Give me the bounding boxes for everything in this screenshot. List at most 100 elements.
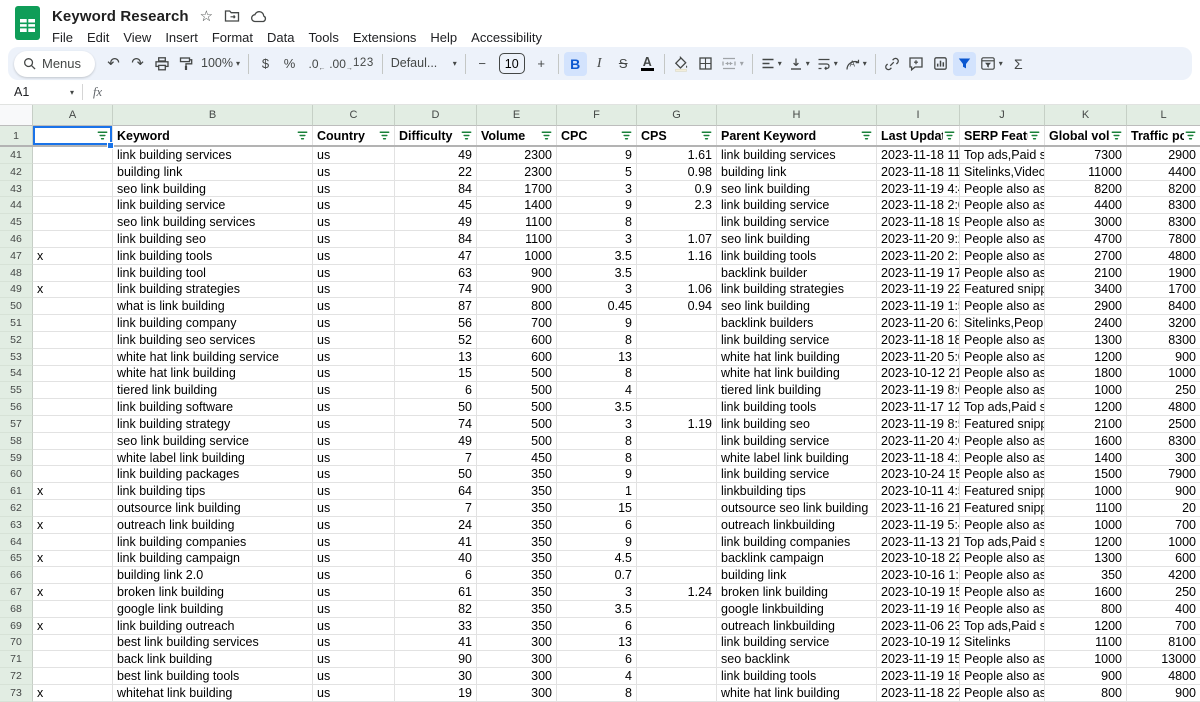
filter-icon[interactable] bbox=[1184, 129, 1197, 142]
cell-L58[interactable]: 8300 bbox=[1127, 433, 1200, 450]
cell-A42[interactable] bbox=[33, 164, 113, 181]
cell-B45[interactable]: seo link building services bbox=[113, 214, 313, 231]
cell-H71[interactable]: seo backlink bbox=[717, 651, 877, 668]
cell-A53[interactable] bbox=[33, 349, 113, 366]
header-cell-B1[interactable]: Keyword bbox=[113, 126, 313, 145]
cell-E62[interactable]: 350 bbox=[477, 500, 557, 517]
cell-D73[interactable]: 19 bbox=[395, 685, 477, 702]
cell-J42[interactable]: Sitelinks,Videos, bbox=[960, 164, 1045, 181]
cell-E65[interactable]: 350 bbox=[477, 551, 557, 568]
cell-B46[interactable]: link building seo bbox=[113, 231, 313, 248]
cell-H61[interactable]: linkbuilding tips bbox=[717, 483, 877, 500]
cell-E66[interactable]: 350 bbox=[477, 567, 557, 584]
cell-E55[interactable]: 500 bbox=[477, 382, 557, 399]
filter-icon[interactable] bbox=[96, 129, 109, 142]
cell-H65[interactable]: backlink campaign bbox=[717, 551, 877, 568]
cell-J63[interactable]: People also ask, bbox=[960, 517, 1045, 534]
header-cell-L1[interactable]: Traffic potential bbox=[1127, 126, 1200, 145]
cell-E56[interactable]: 500 bbox=[477, 399, 557, 416]
cell-E46[interactable]: 1100 bbox=[477, 231, 557, 248]
cell-J57[interactable]: Featured snippet bbox=[960, 416, 1045, 433]
cell-G72[interactable] bbox=[637, 668, 717, 685]
row-header-59[interactable]: 59 bbox=[0, 450, 33, 467]
menu-tools[interactable]: Tools bbox=[301, 28, 345, 48]
cell-B41[interactable]: link building services bbox=[113, 147, 313, 164]
cell-H64[interactable]: link building companies bbox=[717, 534, 877, 551]
insert-link-button[interactable] bbox=[881, 52, 904, 76]
row-header-63[interactable]: 63 bbox=[0, 517, 33, 534]
cell-F70[interactable]: 13 bbox=[557, 635, 637, 652]
cell-F49[interactable]: 3 bbox=[557, 282, 637, 299]
cell-K51[interactable]: 2400 bbox=[1045, 315, 1127, 332]
cell-A73[interactable]: x bbox=[33, 685, 113, 702]
cell-B54[interactable]: white hat link building bbox=[113, 366, 313, 383]
cell-J48[interactable]: People also ask, bbox=[960, 265, 1045, 282]
cell-G49[interactable]: 1.06 bbox=[637, 282, 717, 299]
menu-edit[interactable]: Edit bbox=[80, 28, 116, 48]
cell-F67[interactable]: 3 bbox=[557, 584, 637, 601]
cell-K41[interactable]: 7300 bbox=[1045, 147, 1127, 164]
cell-I65[interactable]: 2023-10-18 22:2 bbox=[877, 551, 960, 568]
cell-A55[interactable] bbox=[33, 382, 113, 399]
cell-K45[interactable]: 3000 bbox=[1045, 214, 1127, 231]
cell-H52[interactable]: link building service bbox=[717, 332, 877, 349]
cell-D59[interactable]: 7 bbox=[395, 450, 477, 467]
insert-comment-button[interactable] bbox=[905, 52, 928, 76]
cell-G65[interactable] bbox=[637, 551, 717, 568]
cell-L61[interactable]: 900 bbox=[1127, 483, 1200, 500]
cell-H53[interactable]: white hat link building bbox=[717, 349, 877, 366]
cell-D43[interactable]: 84 bbox=[395, 181, 477, 198]
cell-A52[interactable] bbox=[33, 332, 113, 349]
cell-I72[interactable]: 2023-11-19 18:2 bbox=[877, 668, 960, 685]
document-title[interactable]: Keyword Research bbox=[52, 8, 189, 25]
cell-A66[interactable] bbox=[33, 567, 113, 584]
cell-A61[interactable]: x bbox=[33, 483, 113, 500]
cell-B62[interactable]: outsource link building bbox=[113, 500, 313, 517]
menus-search-button[interactable]: Menus bbox=[14, 51, 95, 77]
cell-B59[interactable]: white label link building bbox=[113, 450, 313, 467]
cell-G67[interactable]: 1.24 bbox=[637, 584, 717, 601]
row-header-42[interactable]: 42 bbox=[0, 164, 33, 181]
row-header-67[interactable]: 67 bbox=[0, 584, 33, 601]
cell-L62[interactable]: 20 bbox=[1127, 500, 1200, 517]
filter-icon[interactable] bbox=[378, 129, 391, 142]
cell-C72[interactable]: us bbox=[313, 668, 395, 685]
cell-G44[interactable]: 2.3 bbox=[637, 197, 717, 214]
cell-E57[interactable]: 500 bbox=[477, 416, 557, 433]
cell-A56[interactable] bbox=[33, 399, 113, 416]
text-color-button[interactable]: A bbox=[636, 52, 659, 76]
cell-F64[interactable]: 9 bbox=[557, 534, 637, 551]
row-header-69[interactable]: 69 bbox=[0, 618, 33, 635]
row-header-41[interactable]: 41 bbox=[0, 147, 33, 164]
cell-I49[interactable]: 2023-11-19 22:4 bbox=[877, 282, 960, 299]
cell-F56[interactable]: 3.5 bbox=[557, 399, 637, 416]
cell-H43[interactable]: seo link building bbox=[717, 181, 877, 198]
cell-H67[interactable]: broken link building bbox=[717, 584, 877, 601]
cell-D50[interactable]: 87 bbox=[395, 298, 477, 315]
cell-K48[interactable]: 2100 bbox=[1045, 265, 1127, 282]
cell-G57[interactable]: 1.19 bbox=[637, 416, 717, 433]
fill-color-button[interactable] bbox=[670, 52, 693, 76]
cell-E61[interactable]: 350 bbox=[477, 483, 557, 500]
cell-C62[interactable]: us bbox=[313, 500, 395, 517]
cell-D58[interactable]: 49 bbox=[395, 433, 477, 450]
header-cell-A1[interactable] bbox=[33, 126, 113, 145]
cell-J72[interactable]: People also ask bbox=[960, 668, 1045, 685]
cell-A49[interactable]: x bbox=[33, 282, 113, 299]
cell-J59[interactable]: People also ask, bbox=[960, 450, 1045, 467]
cell-L53[interactable]: 900 bbox=[1127, 349, 1200, 366]
cell-A70[interactable] bbox=[33, 635, 113, 652]
cell-F65[interactable]: 4.5 bbox=[557, 551, 637, 568]
cell-F54[interactable]: 8 bbox=[557, 366, 637, 383]
column-header-B[interactable]: B bbox=[113, 105, 313, 126]
cell-D70[interactable]: 41 bbox=[395, 635, 477, 652]
horizontal-align-button[interactable]: ▾ bbox=[758, 52, 785, 76]
cell-K73[interactable]: 800 bbox=[1045, 685, 1127, 702]
cell-J51[interactable]: Sitelinks,People bbox=[960, 315, 1045, 332]
cell-B47[interactable]: link building tools bbox=[113, 248, 313, 265]
cell-D65[interactable]: 40 bbox=[395, 551, 477, 568]
cell-B44[interactable]: link building service bbox=[113, 197, 313, 214]
cell-E58[interactable]: 500 bbox=[477, 433, 557, 450]
cell-J69[interactable]: Top ads,Paid site bbox=[960, 618, 1045, 635]
cell-C55[interactable]: us bbox=[313, 382, 395, 399]
